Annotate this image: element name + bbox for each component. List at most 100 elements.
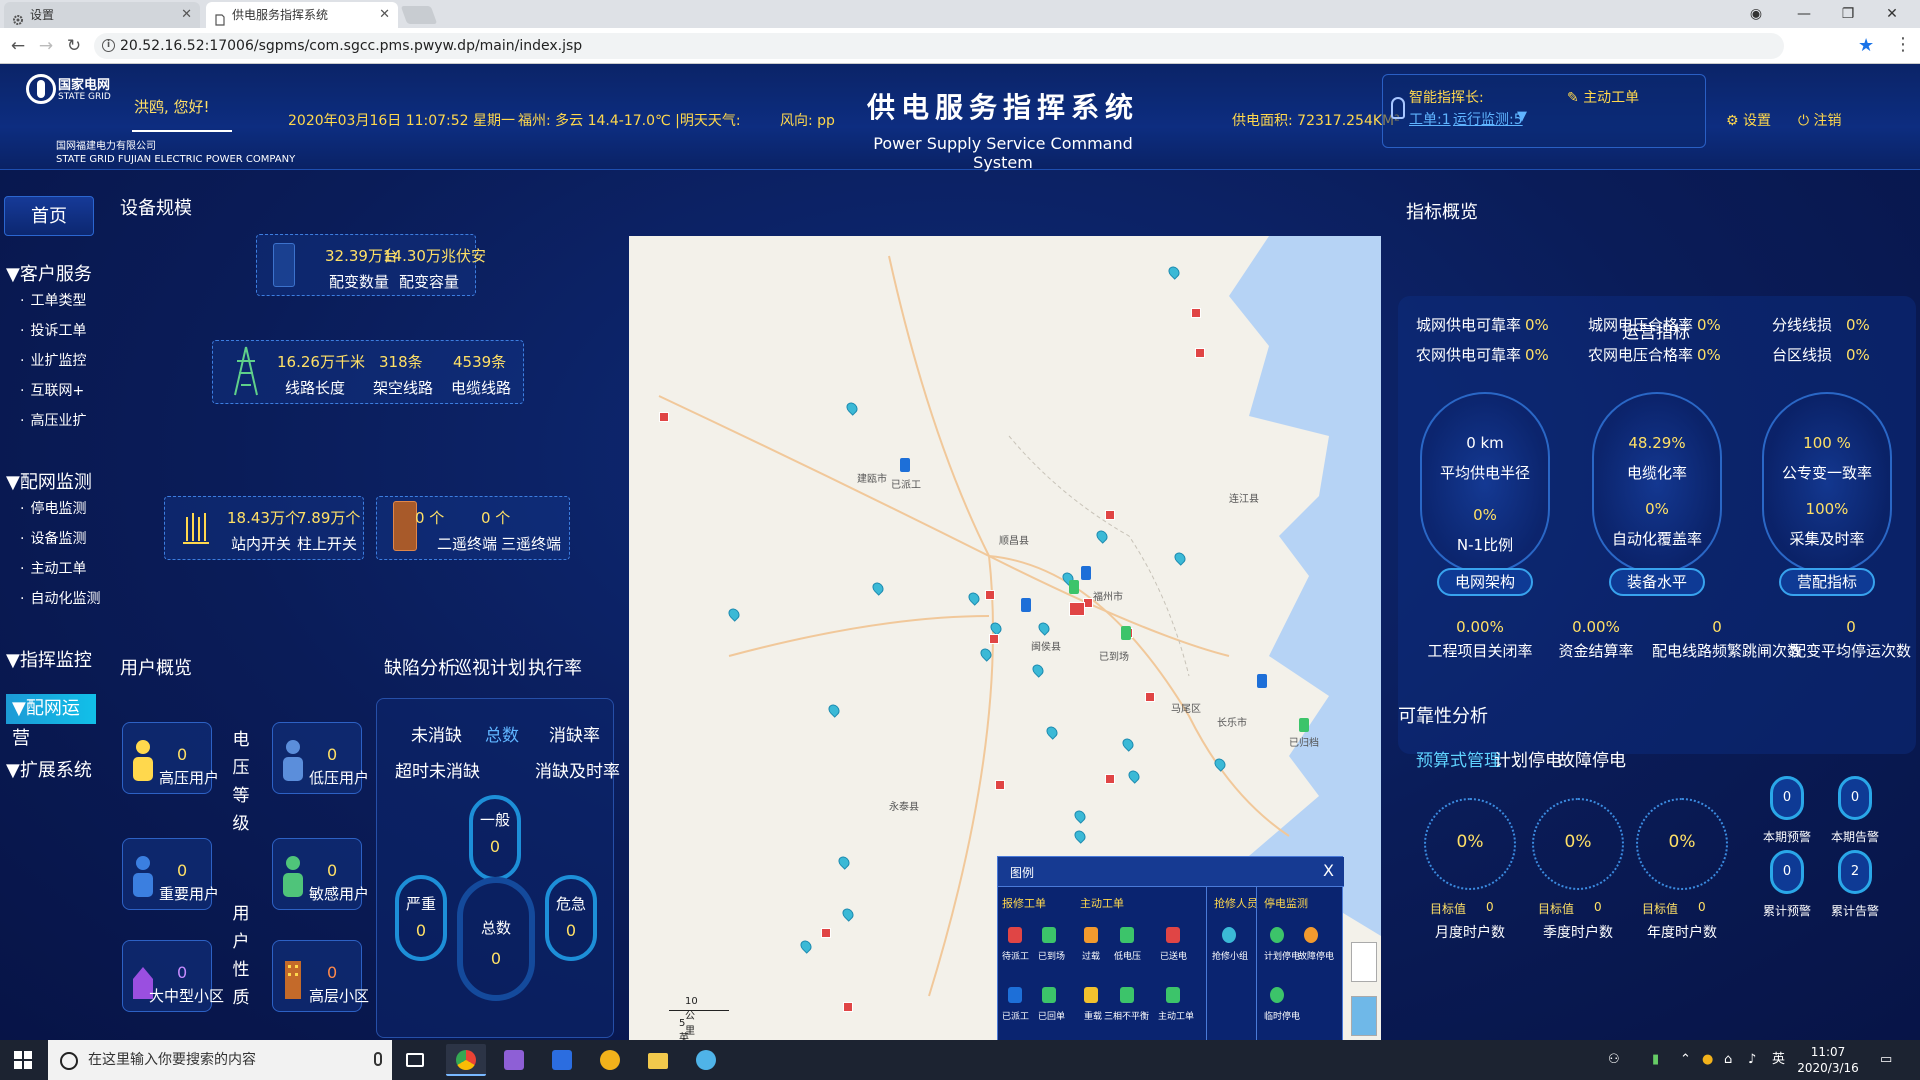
map-marker-red[interactable] [1145,692,1155,702]
user-card-lv[interactable]: 0 低压用户 [272,722,369,794]
nav-section-extension[interactable]: ▼扩展系统 [6,756,92,782]
project-close-value: 0.00% [1456,618,1504,636]
legend-label: 主动工单 [1158,1012,1195,1022]
tab-fault-outage[interactable]: 故障停电 [1558,746,1626,771]
map-marker-red[interactable] [1105,774,1115,784]
nav-item-outage[interactable]: 停电监测 [20,498,86,518]
tab-defect-analysis[interactable]: 缺陷分析 [384,654,456,680]
chrome-icon[interactable] [446,1044,486,1076]
microphone-icon[interactable] [374,1052,382,1066]
nav-section-operation[interactable]: ▼配网运营 [6,694,96,749]
map-layer-toggle[interactable] [1351,996,1377,1036]
menu-icon[interactable]: ⋮ [1894,34,1912,55]
map-marker-phone[interactable] [1081,566,1091,580]
tab-patrol-plan[interactable]: 巡视计划 [454,654,526,680]
tab-planned-outage[interactable]: 计划停电 [1494,746,1562,771]
settings-button[interactable]: ⚙ 设置 [1726,110,1771,130]
task-view-icon[interactable] [396,1044,436,1076]
profile-icon[interactable]: ◉ [1734,0,1778,28]
notification-icon[interactable]: ▭ [1880,1040,1892,1080]
app-icon[interactable] [542,1044,582,1076]
nav-item-active-order[interactable]: 主动工单 [20,558,86,578]
nav-item-device[interactable]: 设备监测 [20,528,86,548]
station-switches-label: 站内开关 [231,535,292,553]
map-marker-phone[interactable] [900,458,910,472]
caret-down-icon[interactable]: ▼ [1517,109,1527,124]
chevron-up-icon[interactable]: ⌃ [1680,1040,1691,1080]
new-tab-button[interactable] [400,6,438,24]
map-marker-red[interactable] [995,780,1005,790]
browser-icon[interactable] [590,1044,630,1076]
tab-app[interactable]: 供电服务指挥系统 ✕ [206,2,398,28]
nav-item-internet[interactable]: 互联网+ [20,380,84,400]
windows-start-icon[interactable] [14,1051,32,1069]
nav-home[interactable]: 首页 [4,196,94,236]
taskbar-search-input[interactable]: 在这里输入你要搜索的内容 [48,1040,392,1080]
map-marker-red[interactable] [1195,348,1205,358]
nav-item-automation[interactable]: 自动化监测 [20,588,100,608]
grid-structure-button[interactable]: 电网架构 [1437,568,1533,596]
url-field[interactable]: i 20.52.16.52:17006/sgpms/com.sgcc.pms.p… [94,33,1784,59]
map-marker-red[interactable] [989,634,999,644]
map-marker-phone[interactable] [1069,580,1079,594]
map-marker-red[interactable] [821,928,831,938]
nav-item-complaint[interactable]: 投诉工单 [20,320,86,340]
marketing-indicators-button[interactable]: 营配指标 [1779,568,1875,596]
map-marker-phone[interactable] [1299,718,1309,732]
active-order-button[interactable]: ✎ 主动工单 [1567,87,1639,107]
map-view[interactable]: 建瓯市 已派工 顺昌县 闽侯县 福州市 连江县 已到场 马尾区 长乐市 永泰县 … [629,236,1381,1048]
network-icon[interactable]: ⌂ [1724,1040,1732,1080]
volume-icon[interactable]: ♪ [1748,1040,1756,1080]
bookmark-star-icon[interactable]: ★ [1858,35,1874,56]
close-icon[interactable]: ✕ [181,2,192,28]
nav-item-expansion[interactable]: 业扩监控 [20,350,86,370]
map-marker-red[interactable] [1105,510,1115,520]
restore-button[interactable]: ❐ [1826,0,1870,28]
user-card-large-community[interactable]: 0 大中型小区 [122,940,224,1012]
back-icon[interactable]: ← [6,34,30,58]
map-marker-red[interactable] [1069,602,1085,616]
legend-close-button[interactable]: X [1323,861,1334,880]
commander-monitor-link[interactable]: 运行监测:5 [1453,109,1523,129]
nav-item-hv-expansion[interactable]: 高压业扩 [20,410,86,430]
close-icon[interactable]: ✕ [379,2,390,28]
app-icon[interactable] [494,1044,534,1076]
map-zoom-control[interactable] [1351,942,1377,982]
reload-icon[interactable]: ↻ [62,34,86,58]
user-card-label: 敏感用户 [309,885,370,903]
battery-icon[interactable]: ▮ [1652,1040,1659,1080]
info-icon[interactable]: i [102,39,115,52]
user-card-label: 重要用户 [159,885,220,903]
tray-app-icon[interactable]: ● [1702,1040,1713,1080]
user-card-sensitive[interactable]: 0 敏感用户 [272,838,369,910]
people-icon[interactable]: ⚇ [1608,1040,1620,1080]
nav-section-monitor[interactable]: ▼配网监测 [6,468,92,494]
user-card-highrise[interactable]: 0 高层小区 [272,940,369,1012]
map-marker-phone[interactable] [1021,598,1031,612]
forward-icon[interactable]: → [34,34,58,58]
map-marker-red[interactable] [659,412,669,422]
nav-section-command[interactable]: ▼指挥监控 [6,646,92,672]
ime-indicator[interactable]: 英 [1772,1040,1785,1080]
map-marker-red[interactable] [985,590,995,600]
map-marker-red[interactable] [843,1002,853,1012]
taskbar-clock[interactable]: 11:07 2020/3/16 [1796,1044,1860,1076]
user-card-value: 0 [177,963,188,982]
user-card-important[interactable]: 0 重要用户 [122,838,219,910]
minimize-button[interactable]: — [1782,0,1826,28]
nav-item-order-type[interactable]: 工单类型 [20,290,86,310]
map-marker-phone[interactable] [1257,674,1267,688]
commander-orders-link[interactable]: 工单:1 [1409,109,1451,129]
app-icon[interactable] [686,1044,726,1076]
folder-icon[interactable] [638,1044,678,1076]
nav-section-customer[interactable]: ▼客户服务 [6,260,92,286]
tab-settings[interactable]: 设置 ✕ [4,2,200,28]
map-marker-phone[interactable] [1121,626,1131,640]
user-card-hv[interactable]: 0 高压用户 [122,722,219,794]
tab-budget-management[interactable]: 预算式管理 [1416,746,1501,771]
equipment-level-button[interactable]: 装备水平 [1609,568,1705,596]
close-window-button[interactable]: ✕ [1870,0,1914,28]
logout-button[interactable]: ⏻ 注销 [1798,110,1842,130]
map-marker-red[interactable] [1191,308,1201,318]
tab-execution-rate[interactable]: 执行率 [528,654,582,680]
